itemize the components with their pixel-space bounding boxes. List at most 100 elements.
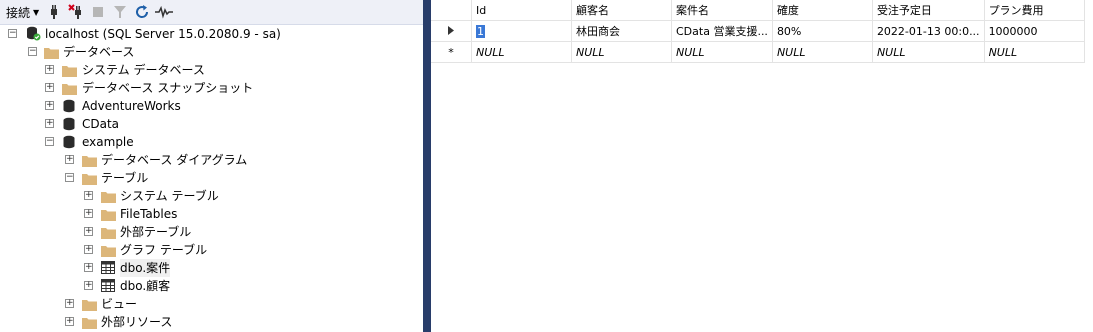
new-row-marker[interactable]: *	[431, 41, 472, 63]
folder-icon	[82, 154, 97, 167]
tree-label-views: ビュー	[101, 297, 138, 311]
expand-icon[interactable]: +	[84, 245, 93, 254]
cell-null[interactable]: NULL	[471, 41, 572, 63]
tree-label-system-tables: システム テーブル	[120, 189, 219, 203]
panel-splitter[interactable]	[423, 0, 431, 332]
tree-node-table-anken[interactable]: + dbo.案件	[0, 259, 423, 277]
tree-label-server: localhost (SQL Server 15.0.2080.9 - sa)	[45, 27, 281, 41]
folder-icon	[101, 190, 116, 203]
object-explorer-tree: − localhost (SQL Server 15.0.2080.9 - sa…	[0, 25, 423, 331]
cell-null[interactable]: NULL	[872, 41, 985, 63]
tree-node-filetables[interactable]: + FileTables	[0, 205, 423, 223]
cell-project[interactable]: CData 営業支援...	[671, 20, 773, 42]
tree-node-databases[interactable]: − データベース	[0, 43, 423, 61]
tree-node-cdata[interactable]: + CData	[0, 115, 423, 133]
cell-plan-cost[interactable]: 1000000	[984, 20, 1085, 42]
tree-node-graph-tables[interactable]: + グラフ テーブル	[0, 241, 423, 259]
table-icon	[101, 279, 115, 292]
database-icon	[63, 135, 75, 149]
column-header-customer[interactable]: 顧客名	[571, 0, 672, 21]
expand-icon[interactable]: +	[65, 299, 74, 308]
grid-header-row: Id 顧客名 案件名 確度 受注予定日 プラン費用	[431, 0, 1085, 21]
tree-node-adventureworks[interactable]: + AdventureWorks	[0, 97, 423, 115]
tree-label-adventureworks: AdventureWorks	[82, 99, 181, 113]
connect-label: 接続	[6, 5, 31, 20]
folder-icon	[101, 226, 116, 239]
tree-label-diagrams: データベース ダイアグラム	[101, 153, 248, 167]
cell-probability[interactable]: 80%	[772, 20, 873, 42]
column-header-probability[interactable]: 確度	[772, 0, 873, 21]
column-header-plan-cost[interactable]: プラン費用	[984, 0, 1085, 21]
cell-null[interactable]: NULL	[772, 41, 873, 63]
folder-icon	[101, 208, 116, 221]
tree-label-system-databases: システム データベース	[82, 63, 205, 77]
tree-label-filetables: FileTables	[120, 207, 178, 221]
cell-id[interactable]: 1	[471, 20, 572, 42]
cell-id-value: 1	[476, 24, 485, 38]
expand-icon[interactable]: +	[45, 83, 54, 92]
folder-icon	[62, 64, 77, 77]
tree-node-tables[interactable]: − テーブル	[0, 169, 423, 187]
cell-order-date[interactable]: 2022-01-13 00:0...	[872, 20, 985, 42]
database-icon	[63, 99, 75, 113]
collapse-icon[interactable]: −	[8, 29, 17, 38]
column-header-order-date[interactable]: 受注予定日	[872, 0, 985, 21]
tree-node-snapshots[interactable]: + データベース スナップショット	[0, 79, 423, 97]
folder-icon	[101, 244, 116, 257]
server-icon	[25, 26, 41, 41]
expand-icon[interactable]: +	[84, 227, 93, 236]
collapse-icon[interactable]: −	[65, 173, 74, 182]
expand-icon[interactable]: +	[84, 281, 93, 290]
stop-icon[interactable]	[89, 2, 107, 22]
tree-label-table-kokyaku: dbo.顧客	[120, 279, 171, 293]
column-header-id[interactable]: Id	[471, 0, 572, 21]
cell-null[interactable]: NULL	[571, 41, 672, 63]
tree-node-example[interactable]: − example	[0, 133, 423, 151]
filter-icon[interactable]	[111, 2, 129, 22]
grid-corner-cell[interactable]	[431, 0, 472, 21]
table-icon	[101, 261, 115, 274]
tree-label-graph-tables: グラフ テーブル	[120, 243, 208, 257]
tree-label-external-tables: 外部テーブル	[120, 225, 192, 239]
connect-button[interactable]: 接続 ▼	[4, 2, 41, 22]
tree-label-cdata: CData	[82, 117, 120, 131]
collapse-icon[interactable]: −	[45, 137, 54, 146]
results-grid: Id 顧客名 案件名 確度 受注予定日 プラン費用 1 林田商会 CData 営…	[431, 0, 1093, 332]
tree-node-diagrams[interactable]: + データベース ダイアグラム	[0, 151, 423, 169]
tree-node-server[interactable]: − localhost (SQL Server 15.0.2080.9 - sa…	[0, 25, 423, 43]
tree-node-table-kokyaku[interactable]: + dbo.顧客	[0, 277, 423, 295]
tree-node-external-tables[interactable]: + 外部テーブル	[0, 223, 423, 241]
tree-node-views[interactable]: + ビュー	[0, 295, 423, 313]
expand-icon[interactable]: +	[45, 119, 54, 128]
cell-null[interactable]: NULL	[671, 41, 773, 63]
tree-label-databases: データベース	[63, 45, 135, 59]
expand-icon[interactable]: +	[45, 101, 54, 110]
disconnect-icon[interactable]	[67, 2, 85, 22]
chevron-down-icon[interactable]: ▼	[33, 8, 39, 17]
cell-null[interactable]: NULL	[984, 41, 1085, 63]
activity-monitor-icon[interactable]	[155, 2, 174, 22]
tree-node-system-tables[interactable]: + システム テーブル	[0, 187, 423, 205]
expand-icon[interactable]: +	[84, 209, 93, 218]
folder-icon	[82, 316, 97, 329]
expand-icon[interactable]: +	[45, 65, 54, 74]
connect-plug-icon[interactable]	[45, 2, 63, 22]
refresh-icon[interactable]	[133, 2, 151, 22]
new-row[interactable]: * NULL NULL NULL NULL NULL NULL	[431, 41, 1085, 63]
database-icon	[63, 117, 75, 131]
tree-node-external-resources[interactable]: + 外部リソース	[0, 313, 423, 331]
expand-icon[interactable]: +	[65, 155, 74, 164]
expand-icon[interactable]: +	[65, 317, 74, 326]
tree-node-system-databases[interactable]: + システム データベース	[0, 61, 423, 79]
cell-customer[interactable]: 林田商会	[571, 20, 672, 42]
tree-label-tables: テーブル	[101, 171, 149, 185]
table-row[interactable]: 1 林田商会 CData 営業支援... 80% 2022-01-13 00:0…	[431, 20, 1085, 42]
collapse-icon[interactable]: −	[28, 47, 37, 56]
tree-label-table-anken: dbo.案件	[120, 259, 171, 277]
expand-icon[interactable]: +	[84, 263, 93, 272]
expand-icon[interactable]: +	[84, 191, 93, 200]
folder-icon	[82, 298, 97, 311]
current-row-arrow-icon[interactable]	[431, 20, 472, 42]
object-explorer: 接続 ▼ − localhost (SQL Server 15.0.2080.9…	[0, 0, 423, 332]
column-header-project[interactable]: 案件名	[671, 0, 773, 21]
